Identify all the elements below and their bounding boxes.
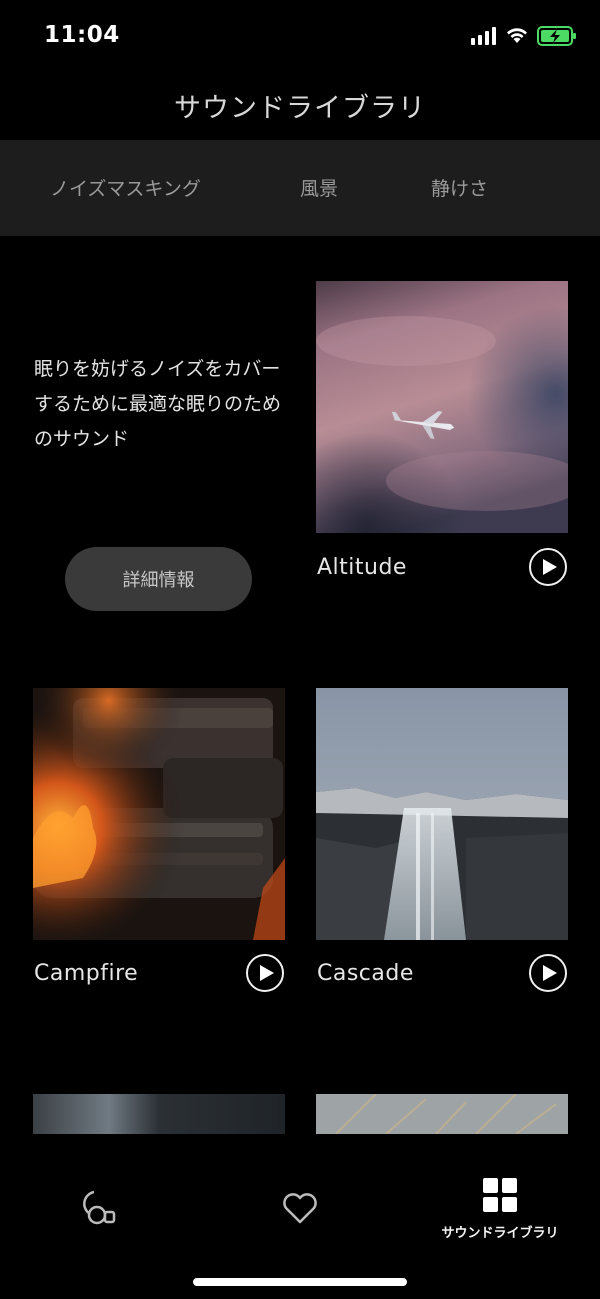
home-indicator[interactable] <box>193 1278 407 1286</box>
nav-label-sound-library: サウンドライブラリ <box>441 1226 559 1241</box>
tab-noise-masking[interactable]: ノイズマスキング <box>50 174 201 201</box>
signal-icon <box>471 27 496 45</box>
category-description: 眠りを妨げるノイズをカバーするために最適な眠りのためのサウンド <box>34 358 282 450</box>
sound-title-cascade: Cascade <box>317 961 414 986</box>
grid-icon <box>483 1178 517 1212</box>
page-title: サウンドライブラリ <box>174 93 426 124</box>
sound-image-altitude[interactable] <box>316 281 568 533</box>
play-button-cascade[interactable] <box>529 954 567 992</box>
play-button-altitude[interactable] <box>529 548 567 586</box>
sound-image-partial-left[interactable] <box>33 1094 285 1134</box>
heart-icon <box>283 1193 317 1224</box>
status-bar: 11:04 <box>0 0 600 70</box>
wifi-icon <box>507 28 527 43</box>
nav-item-earbuds[interactable] <box>25 1178 175 1258</box>
battery-charging-icon <box>537 26 576 46</box>
sound-image-campfire[interactable] <box>33 688 285 940</box>
tab-tranquility[interactable]: 静けさ <box>431 174 488 201</box>
sound-title-altitude: Altitude <box>317 555 407 580</box>
earbuds-icon <box>83 1190 116 1225</box>
nav-item-favorites[interactable] <box>225 1178 375 1258</box>
nav-item-sound-library[interactable]: サウンドライブラリ <box>425 1178 575 1258</box>
tab-scenery[interactable]: 風景 <box>300 174 338 201</box>
play-icon <box>260 965 274 981</box>
status-time: 11:04 <box>44 22 120 48</box>
play-icon <box>543 965 557 981</box>
sound-image-partial-right[interactable] <box>316 1094 568 1134</box>
play-button-campfire[interactable] <box>246 954 284 992</box>
details-button[interactable]: 詳細情報 <box>65 547 252 611</box>
sound-image-cascade[interactable] <box>316 688 568 940</box>
play-icon <box>543 559 557 575</box>
category-tab-bar: ノイズマスキング 風景 静けさ <box>0 140 600 236</box>
sound-title-campfire: Campfire <box>34 961 139 986</box>
